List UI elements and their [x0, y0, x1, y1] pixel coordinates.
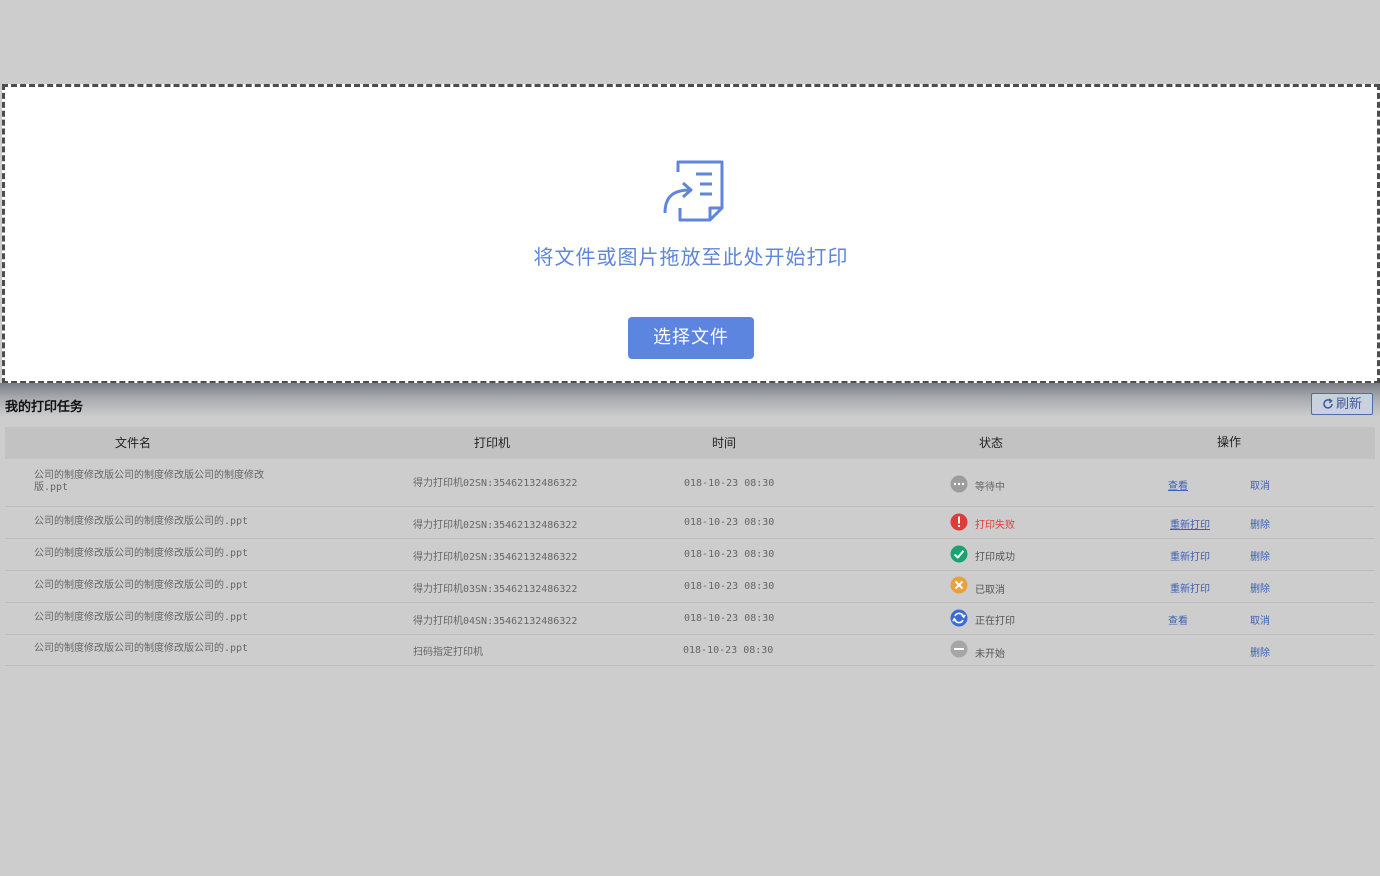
printer-name: 得力打印机04SN:35462132486322 [413, 616, 578, 627]
print-task-table: 文件名 打印机 时间 状态 操作 公司的制度修改版公司的制度修改版公司的制度修改… [5, 427, 1375, 666]
file-name: 公司的制度修改版公司的制度修改版公司的.ppt [34, 548, 249, 559]
cancel-icon [950, 576, 968, 594]
delete-link[interactable]: 删除 [1250, 548, 1270, 563]
status-label: 等待中 [975, 482, 1005, 493]
column-header-actions: 操作 [1217, 435, 1242, 449]
printer-name: 得力打印机02SN:35462132486322 [413, 520, 578, 531]
table-header: 文件名 打印机 时间 状态 操作 [5, 427, 1375, 459]
delete-link[interactable]: 删除 [1250, 644, 1270, 659]
reprint-link[interactable]: 重新打印 [1170, 580, 1210, 595]
table-row: 公司的制度修改版公司的制度修改版公司的制度修改版.ppt 得力打印机02SN:3… [5, 459, 1375, 507]
reprint-link[interactable]: 重新打印 [1170, 548, 1210, 563]
task-time: 018-10-23 08:30 [684, 581, 775, 592]
file-name: 公司的制度修改版公司的制度修改版公司的.ppt [34, 643, 249, 654]
error-icon [950, 513, 968, 531]
refresh-icon [1323, 398, 1333, 409]
column-header-printer: 打印机 [474, 436, 511, 450]
more-icon [950, 475, 968, 493]
status-label: 打印失败 [975, 520, 1015, 531]
task-time: 018-10-23 08:30 [683, 645, 774, 656]
table-row: 公司的制度修改版公司的制度修改版公司的.ppt 得力打印机03SN:354621… [5, 571, 1375, 603]
status-label: 未开始 [975, 649, 1005, 660]
file-name: 公司的制度修改版公司的制度修改版公司的制度修改版.ppt [34, 470, 264, 493]
task-time: 018-10-23 08:30 [684, 613, 775, 624]
delete-link[interactable]: 删除 [1250, 580, 1270, 595]
refresh-label: 刷新 [1335, 397, 1362, 412]
table-row: 公司的制度修改版公司的制度修改版公司的.ppt 得力打印机02SN:354621… [5, 507, 1375, 539]
file-name: 公司的制度修改版公司的制度修改版公司的.ppt [34, 612, 249, 623]
file-name: 公司的制度修改版公司的制度修改版公司的.ppt [34, 516, 249, 527]
file-dropzone[interactable]: 将文件或图片拖放至此处开始打印 选择文件 [2, 84, 1380, 384]
status-label: 打印成功 [975, 552, 1015, 563]
printer-name: 得力打印机02SN:35462132486322 [413, 478, 578, 489]
sync-icon [950, 609, 968, 627]
printer-name: 扫码指定打印机 [413, 647, 483, 658]
column-header-filename: 文件名 [115, 436, 152, 450]
task-time: 018-10-23 08:30 [684, 549, 775, 560]
minus-icon [950, 640, 968, 658]
delete-link[interactable]: 删除 [1250, 516, 1270, 531]
file-import-icon [663, 160, 724, 222]
top-bar [0, 0, 1380, 82]
view-link[interactable]: 查看 [1168, 477, 1188, 492]
table-row: 公司的制度修改版公司的制度修改版公司的.ppt 得力打印机04SN:354621… [5, 603, 1375, 635]
cancel-link[interactable]: 取消 [1250, 612, 1270, 627]
file-name: 公司的制度修改版公司的制度修改版公司的.ppt [34, 580, 249, 591]
section-divider [0, 383, 1380, 417]
printer-name: 得力打印机03SN:35462132486322 [413, 584, 578, 595]
reprint-link[interactable]: 重新打印 [1170, 516, 1210, 531]
table-row: 公司的制度修改版公司的制度修改版公司的.ppt 扫码指定打印机 018-10-2… [5, 635, 1375, 666]
column-header-time: 时间 [712, 436, 737, 450]
column-header-status: 状态 [979, 436, 1004, 450]
check-icon [950, 545, 968, 563]
status-label: 正在打印 [975, 616, 1015, 627]
task-time: 018-10-23 08:30 [684, 517, 775, 528]
select-file-button[interactable]: 选择文件 [628, 317, 754, 359]
print-tasks-title: 我的打印任务 [5, 400, 84, 415]
view-link[interactable]: 查看 [1168, 612, 1188, 627]
refresh-button[interactable]: 刷新 [1311, 393, 1373, 415]
table-row: 公司的制度修改版公司的制度修改版公司的.ppt 得力打印机02SN:354621… [5, 539, 1375, 571]
cancel-link[interactable]: 取消 [1250, 477, 1270, 492]
printer-name: 得力打印机02SN:35462132486322 [413, 552, 578, 563]
task-time: 018-10-23 08:30 [684, 478, 775, 489]
status-label: 已取消 [975, 585, 1005, 596]
dropzone-hint: 将文件或图片拖放至此处开始打印 [533, 245, 849, 269]
